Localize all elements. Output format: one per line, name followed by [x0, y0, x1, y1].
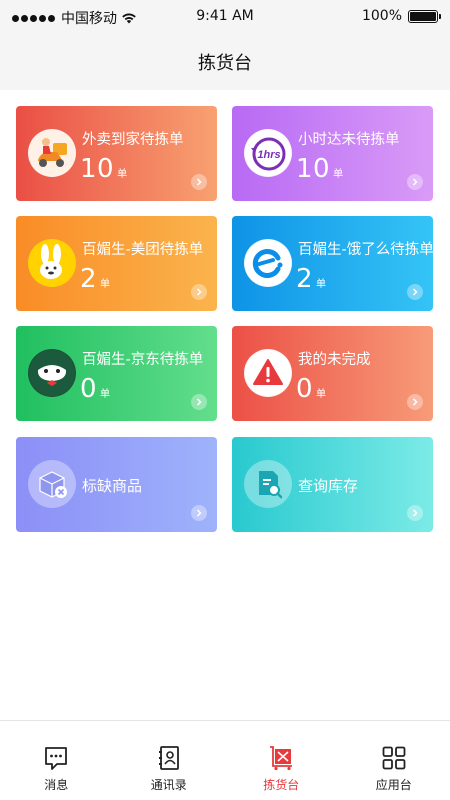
count-unit: 单 [316, 389, 327, 400]
battery-icon [408, 9, 441, 23]
card-meituan-pending[interactable]: 百媚生-美团待拣单 2 单 [16, 216, 217, 311]
apps-grid-icon [382, 746, 406, 770]
count-value: 0 [80, 374, 98, 404]
tab-messages[interactable]: 消息 [0, 721, 113, 800]
card-title: 标缺商品 [82, 477, 143, 495]
card-count: 10 单 [80, 154, 127, 184]
card-count: 2 单 [80, 264, 110, 294]
status-bar: 中国移动 9:41 AM 100% [0, 0, 450, 34]
card-count: 2 单 [296, 264, 326, 294]
card-takeout-pending[interactable]: 外卖到家待拣单 10 单 [16, 106, 217, 201]
count-value: 10 [80, 154, 115, 184]
count-value: 10 [296, 154, 331, 184]
battery-info: 100% [361, 8, 441, 24]
1hrs-clock-icon: 1hrs [244, 129, 292, 177]
count-value: 0 [296, 374, 314, 404]
box-remove-icon [28, 460, 76, 508]
tab-apps[interactable]: 应用台 [338, 721, 450, 800]
card-title: 百媚生-美团待拣单 [82, 242, 204, 258]
count-unit: 单 [100, 389, 111, 400]
chevron-right-icon [191, 174, 207, 190]
jd-dog-icon [28, 349, 76, 397]
chevron-right-icon [407, 174, 423, 190]
card-title: 小时达未待拣单 [298, 132, 400, 148]
card-hourly-pending[interactable]: 1hrs 小时达未待拣单 10 单 [232, 106, 433, 201]
doc-search-icon [244, 460, 292, 508]
svg-text:1hrs: 1hrs [257, 149, 280, 161]
tab-label: 拣货台 [263, 778, 300, 792]
card-unfinished[interactable]: 我的未完成 0 单 [232, 326, 433, 421]
card-title: 查询库存 [298, 477, 359, 495]
card-missing-goods[interactable]: 标缺商品 [16, 437, 217, 532]
count-value: 2 [80, 264, 98, 294]
eleme-logo-icon [244, 239, 292, 287]
chat-bubble-icon [45, 747, 68, 770]
count-value: 2 [296, 264, 314, 294]
count-unit: 单 [316, 279, 327, 290]
card-title: 百媚生-京东待拣单 [82, 352, 204, 368]
tab-label: 通讯录 [150, 778, 187, 792]
count-unit: 单 [117, 169, 128, 180]
card-jd-pending[interactable]: 百媚生-京东待拣单 0 单 [16, 326, 217, 421]
tab-label: 应用台 [375, 778, 412, 792]
chevron-right-icon [407, 505, 423, 521]
card-title: 百媚生-饿了么待拣单 [298, 242, 433, 258]
card-inventory-query[interactable]: 查询库存 [232, 437, 433, 532]
count-unit: 单 [100, 279, 111, 290]
battery-percent: 100% [361, 8, 402, 24]
warning-icon [244, 349, 292, 397]
card-title: 外卖到家待拣单 [82, 132, 184, 148]
picking-cart-icon [270, 746, 293, 771]
chevron-right-icon [407, 394, 423, 410]
contacts-icon [158, 746, 179, 770]
chevron-right-icon [191, 284, 207, 300]
chevron-right-icon [191, 394, 207, 410]
page-title: 拣货台 [198, 53, 252, 74]
card-eleme-pending[interactable]: 百媚生-饿了么待拣单 2 单 [232, 216, 433, 311]
delivery-scooter-icon [28, 129, 76, 177]
count-unit: 单 [333, 169, 344, 180]
card-title: 我的未完成 [298, 352, 371, 368]
tab-picking[interactable]: 拣货台 [225, 721, 338, 800]
tab-contacts[interactable]: 通讯录 [113, 721, 226, 800]
card-count: 10 单 [296, 154, 343, 184]
chevron-right-icon [407, 284, 423, 300]
meituan-kangaroo-icon [28, 239, 76, 287]
chevron-right-icon [191, 505, 207, 521]
card-count: 0 单 [80, 374, 110, 404]
nav-bar: 拣货台 [0, 34, 450, 90]
tab-label: 消息 [44, 778, 69, 792]
card-count: 0 单 [296, 374, 326, 404]
bottom-tab-bar: 消息 通讯录 拣货台 应用台 [0, 720, 450, 800]
